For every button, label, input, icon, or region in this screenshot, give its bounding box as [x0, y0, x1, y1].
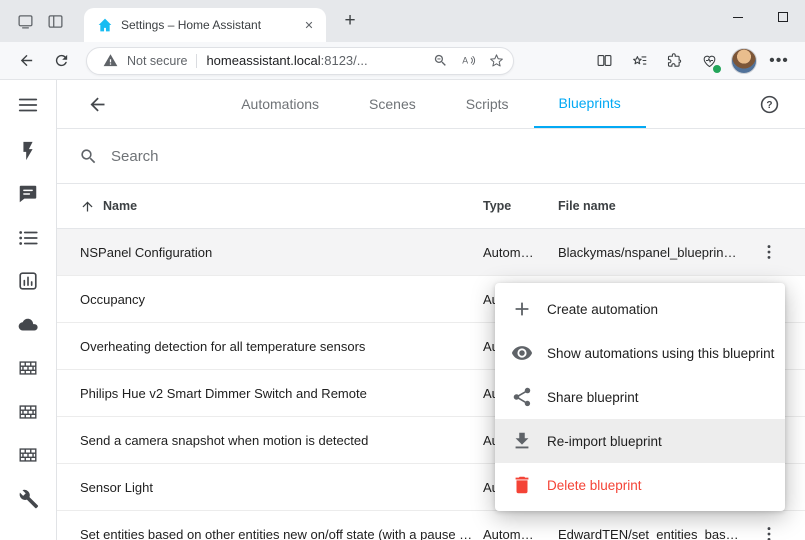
ha-back-icon[interactable]	[79, 86, 115, 122]
history-icon[interactable]	[0, 260, 57, 304]
browser-tabstrip: Settings – Home Assistant ✕ + ✕	[0, 0, 805, 42]
tab-actions-icon[interactable]	[40, 6, 70, 36]
delete-icon	[511, 474, 533, 496]
menu-item-label: Create automation	[547, 302, 658, 317]
row-overflow-menu-icon[interactable]	[755, 524, 805, 540]
table-header: Name Type File name	[57, 184, 805, 229]
search-icon	[79, 147, 98, 166]
new-tab-button[interactable]: +	[336, 7, 364, 35]
favorite-star-icon[interactable]	[485, 50, 507, 72]
zoom-icon[interactable]	[429, 50, 451, 72]
search-input[interactable]	[111, 148, 783, 165]
menu-item-reimport-blueprint[interactable]: Re-import blueprint	[495, 419, 785, 463]
plus-icon	[511, 298, 533, 320]
address-bar[interactable]: Not secure homeassistant.local:8123/... …	[86, 47, 514, 75]
sort-ascending-icon	[80, 199, 95, 214]
extensions-icon[interactable]	[658, 45, 690, 77]
row-file: Blackymas/nspanel_blueprin…	[558, 245, 755, 260]
security-label: Not secure	[127, 54, 187, 68]
menu-item-delete-blueprint[interactable]: Delete blueprint	[495, 463, 785, 507]
tab-scripts[interactable]: Scripts	[441, 80, 534, 128]
maximize-button[interactable]	[760, 0, 805, 34]
column-header-file[interactable]: File name	[558, 199, 755, 213]
row-type: Autom…	[483, 245, 558, 260]
favorites-hub-icon[interactable]	[623, 45, 655, 77]
row-name: Philips Hue v2 Smart Dimmer Switch and R…	[57, 386, 483, 401]
menu-icon[interactable]	[0, 80, 57, 129]
ha-nav-tabs: Automations Scenes Scripts Blueprints	[57, 80, 805, 128]
column-header-type[interactable]: Type	[483, 199, 558, 213]
row-name: Send a camera snapshot when motion is de…	[57, 433, 483, 448]
search-row	[57, 129, 805, 184]
developer-tools-icon[interactable]	[0, 477, 57, 521]
workspaces-icon[interactable]	[10, 6, 40, 36]
help-icon[interactable]: ?	[751, 86, 787, 122]
menu-item-label: Re-import blueprint	[547, 434, 662, 449]
row-name: Occupancy	[57, 292, 483, 307]
eye-icon	[511, 342, 533, 364]
svg-text:A: A	[462, 56, 468, 66]
menu-item-label: Show automations using this blueprint	[547, 346, 774, 361]
menu-item-share-blueprint[interactable]: Share blueprint	[495, 375, 785, 419]
minimize-button[interactable]	[715, 0, 760, 34]
row-name: Sensor Light	[57, 480, 483, 495]
bricks-icon[interactable]	[0, 347, 57, 391]
split-screen-icon[interactable]	[588, 45, 620, 77]
menu-item-show-automations[interactable]: Show automations using this blueprint	[495, 331, 785, 375]
read-aloud-icon[interactable]: A	[457, 50, 479, 72]
tab-blueprints[interactable]: Blueprints	[534, 80, 646, 128]
browser-tab[interactable]: Settings – Home Assistant ✕	[84, 8, 326, 42]
share-icon	[511, 386, 533, 408]
column-header-name[interactable]: Name	[57, 199, 483, 214]
browser-window: Settings – Home Assistant ✕ + ✕ Not secu…	[0, 0, 805, 540]
row-name: Overheating detection for all temperatur…	[57, 339, 483, 354]
tab-title: Settings – Home Assistant	[121, 18, 292, 32]
row-name: Set entities based on other entities new…	[57, 527, 483, 540]
tab-scenes[interactable]: Scenes	[344, 80, 441, 128]
tab-automations[interactable]: Automations	[216, 80, 344, 128]
column-label-file: File name	[558, 199, 616, 213]
download-icon	[511, 430, 533, 452]
more-icon[interactable]: •••	[763, 45, 795, 77]
browser-essentials-icon[interactable]	[693, 45, 725, 77]
cloud-icon[interactable]	[0, 303, 57, 347]
table-row[interactable]: Set entities based on other entities new…	[57, 511, 805, 540]
url-text[interactable]: homeassistant.local:8123/...	[206, 53, 423, 68]
row-overflow-menu-icon[interactable]	[755, 242, 805, 262]
assist-icon[interactable]	[0, 173, 57, 217]
ha-header: Automations Scenes Scripts Blueprints ?	[57, 80, 805, 129]
url-host: homeassistant.local	[206, 53, 320, 68]
column-label-name: Name	[103, 199, 137, 213]
back-icon[interactable]	[10, 45, 42, 77]
home-assistant-favicon	[97, 17, 113, 33]
sidebar	[0, 80, 57, 540]
address-divider	[196, 54, 197, 68]
menu-item-label: Share blueprint	[547, 390, 639, 405]
menu-item-create-automation[interactable]: Create automation	[495, 287, 785, 331]
table-row[interactable]: NSPanel Configuration Autom… Blackymas/n…	[57, 229, 805, 276]
refresh-icon[interactable]	[45, 45, 77, 77]
row-file: EdwardTEN/set_entities_bas…	[558, 527, 755, 540]
row-type: Autom…	[483, 527, 558, 540]
svg-text:?: ?	[766, 100, 772, 111]
warning-icon	[99, 50, 121, 72]
energy-icon[interactable]	[0, 129, 57, 173]
window-controls: ✕	[715, 0, 805, 34]
tab-close-icon[interactable]: ✕	[300, 16, 318, 34]
browser-toolbar: Not secure homeassistant.local:8123/... …	[0, 42, 805, 80]
logbook-icon[interactable]	[0, 216, 57, 260]
bricks-icon[interactable]	[0, 390, 57, 434]
profile-avatar[interactable]	[731, 48, 757, 74]
row-context-menu: Create automation Show automations using…	[495, 283, 785, 511]
bricks-icon[interactable]	[0, 434, 57, 478]
row-name: NSPanel Configuration	[57, 245, 483, 260]
url-path: :8123/...	[321, 53, 368, 68]
menu-item-label: Delete blueprint	[547, 478, 642, 493]
column-label-type: Type	[483, 199, 511, 213]
